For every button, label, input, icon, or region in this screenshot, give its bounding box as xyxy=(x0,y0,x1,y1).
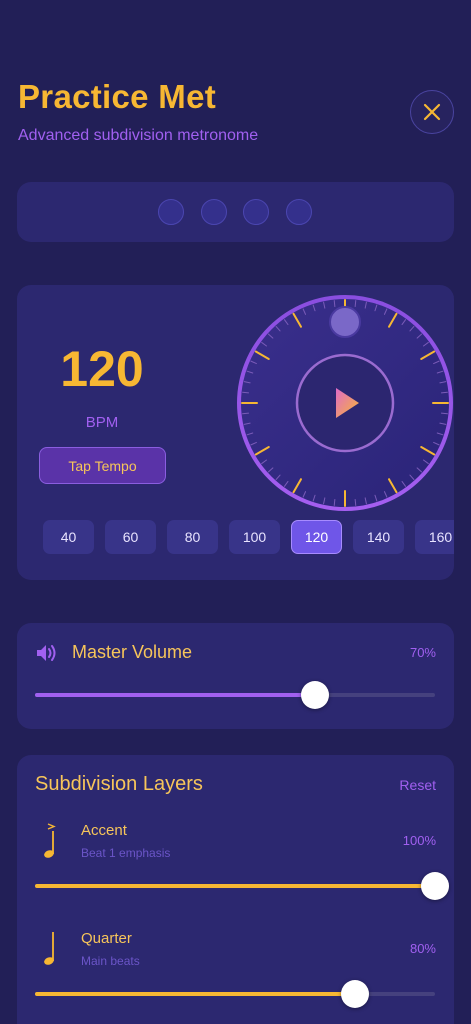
close-icon xyxy=(423,103,441,121)
tempo-panel: 120 BPM Tap Tempo 40 60 80 100 120 140 160 xyxy=(17,285,454,580)
dial-minor-tick xyxy=(333,498,336,506)
bpm-preset-row: 40 60 80 100 120 140 160 xyxy=(43,520,454,556)
bpm-preset-160[interactable]: 160 xyxy=(415,520,454,554)
dial-minor-tick xyxy=(440,391,448,394)
bpm-preset-120[interactable]: 120 xyxy=(291,520,342,554)
master-volume-thumb[interactable] xyxy=(301,681,329,709)
dial-minor-tick xyxy=(242,391,250,394)
dial-minor-tick xyxy=(440,412,448,415)
layer-desc-quarter: Main beats xyxy=(81,954,140,968)
layer-desc-accent: Beat 1 emphasis xyxy=(81,846,171,860)
master-volume-slider[interactable] xyxy=(35,681,435,709)
quarter-volume-slider[interactable] xyxy=(35,980,435,1008)
bpm-value: 120 xyxy=(60,341,144,397)
layer-name-accent: Accent xyxy=(81,822,127,839)
bpm-preset-60[interactable]: 60 xyxy=(105,520,156,554)
accent-volume-thumb[interactable] xyxy=(421,872,449,900)
subdivision-panel: Subdivision Layers Reset Accent Beat 1 e… xyxy=(17,755,454,1024)
quarter-volume-fill xyxy=(35,992,355,996)
bpm-preset-40[interactable]: 40 xyxy=(43,520,94,554)
reset-button[interactable]: Reset xyxy=(399,777,436,793)
speaker-icon xyxy=(37,645,56,661)
tempo-dial[interactable] xyxy=(233,291,454,515)
dial-minor-tick xyxy=(354,300,357,308)
subdivision-title: Subdivision Layers xyxy=(35,773,203,795)
beat-dot-3 xyxy=(243,199,269,225)
dial-knob[interactable] xyxy=(329,306,361,338)
quarter-note-icon xyxy=(44,932,54,965)
dial-minor-tick xyxy=(354,498,357,506)
page-subtitle: Advanced subdivision metronome xyxy=(18,127,259,144)
accent-note-icon xyxy=(44,823,56,858)
quarter-volume-thumb[interactable] xyxy=(341,980,369,1008)
dial-minor-tick xyxy=(333,300,336,308)
bpm-preset-100[interactable]: 100 xyxy=(229,520,280,554)
master-volume-label: Master Volume xyxy=(72,642,193,662)
page-title: Practice Met xyxy=(18,78,217,115)
beat-indicator-panel xyxy=(17,182,454,242)
close-button[interactable] xyxy=(410,90,454,134)
beat-dot-2 xyxy=(201,199,227,225)
tap-tempo-button[interactable]: Tap Tempo xyxy=(39,447,166,484)
layer-percent-quarter: 80% xyxy=(409,941,436,956)
beat-dot-4 xyxy=(286,199,312,225)
accent-volume-slider[interactable] xyxy=(35,872,449,900)
master-volume-panel: Master Volume 70% xyxy=(17,623,454,729)
master-volume-fill xyxy=(35,693,315,697)
layer-name-quarter: Quarter xyxy=(81,930,132,947)
bpm-label: BPM xyxy=(85,414,119,431)
dial-minor-tick xyxy=(242,412,250,415)
layer-percent-accent: 100% xyxy=(402,833,436,848)
accent-volume-fill xyxy=(35,884,435,888)
bpm-preset-140[interactable]: 140 xyxy=(353,520,404,554)
beat-dot-1 xyxy=(158,199,184,225)
master-volume-percent: 70% xyxy=(409,645,436,660)
bpm-preset-80[interactable]: 80 xyxy=(167,520,218,554)
